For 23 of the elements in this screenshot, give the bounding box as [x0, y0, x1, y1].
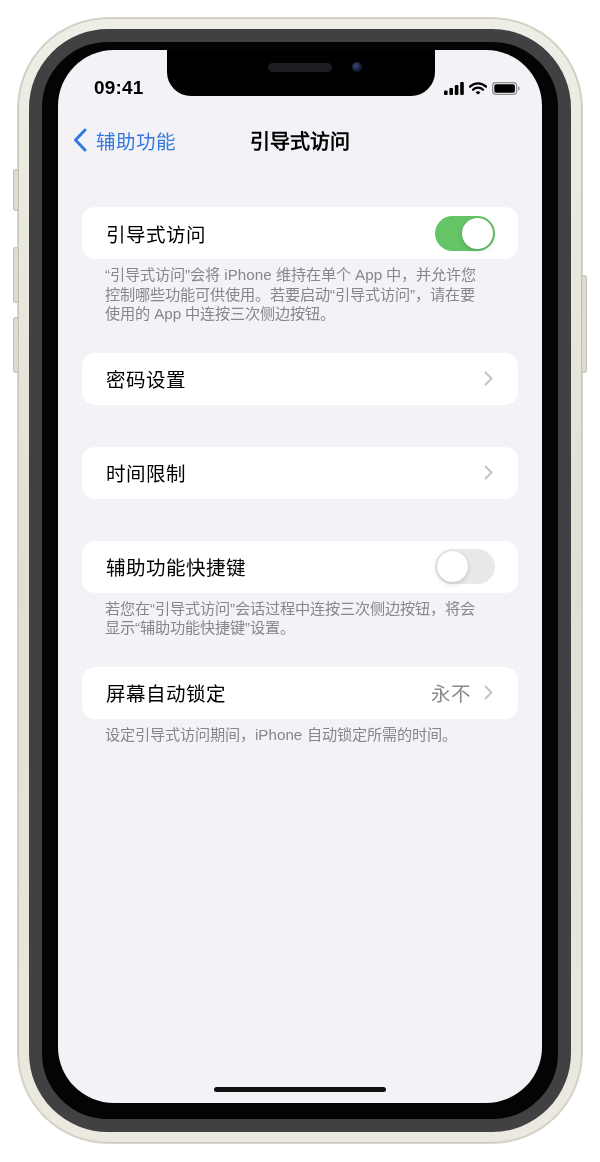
nav-title: 引导式访问: [250, 129, 350, 155]
footer-note: “引导式访问”会将 iPhone 维持在单个 App 中，并允许您控制哪些功能可供使用。若要启动“引导式访问”，请在要使用的 App 中连按三次侧边按钮。: [105, 265, 478, 324]
chevron-left-icon: [73, 128, 87, 152]
toggle-switch[interactable]: [435, 549, 495, 584]
signal-icon: [444, 81, 464, 95]
chevron-right-icon: [484, 685, 493, 700]
chevron-right-icon: [484, 371, 493, 386]
speaker-grille-icon: [268, 63, 332, 72]
chevron-right-icon: [484, 465, 493, 480]
row-label: 引导式访问: [106, 222, 206, 248]
back-button[interactable]: 辅助功能: [73, 125, 176, 155]
settings-row[interactable]: 密码设置: [82, 352, 518, 405]
settings-row[interactable]: 时间限制: [82, 446, 518, 499]
camera-lens-icon: [352, 62, 362, 72]
toggle-switch[interactable]: [435, 215, 495, 251]
status-time: 09:41: [94, 77, 144, 99]
footer-note: 设定引导式访问期间，iPhone 自动锁定所需的时间。: [105, 724, 458, 744]
row-value: 永不: [431, 682, 471, 707]
settings-row[interactable]: 屏幕自动锁定 永不: [82, 666, 518, 719]
row-label: 辅助功能快捷键: [106, 556, 246, 581]
footer-note: 若您在“引导式访问”会话过程中连按三次侧边按钮，将会显示“辅助功能快捷键”设置。: [105, 598, 477, 638]
battery-icon: [492, 81, 520, 95]
wifi-icon: [469, 81, 487, 95]
